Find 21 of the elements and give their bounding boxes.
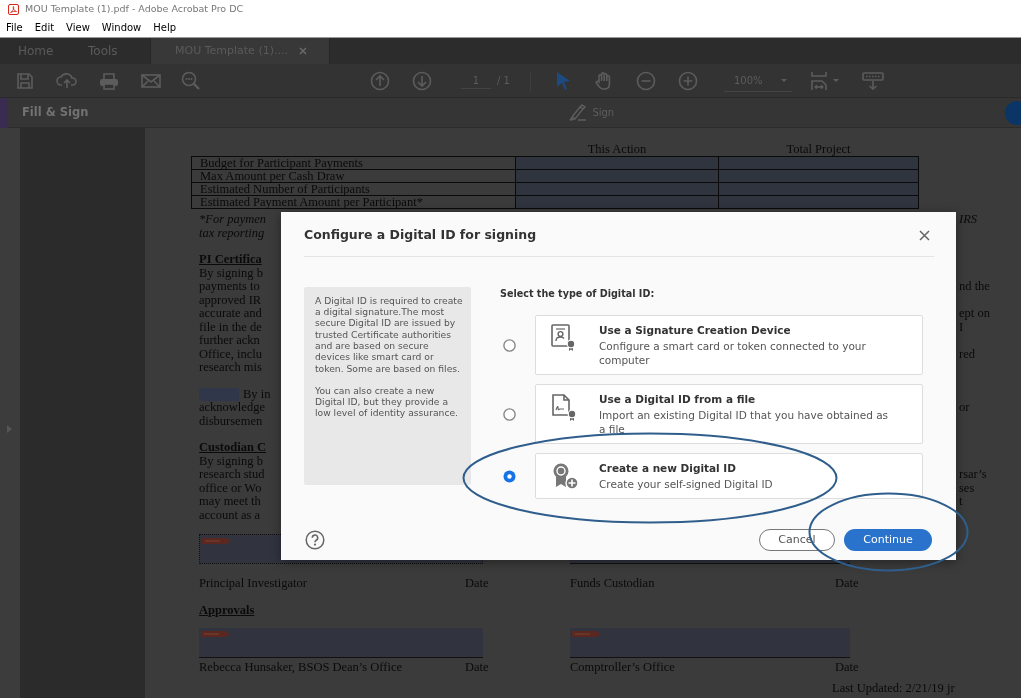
prompt-text: Select the type of Digital ID:: [500, 286, 656, 301]
option-title: Use a Signature Creation Device: [599, 323, 792, 338]
option-card[interactable]: Use a Digital ID from a file Import an existing Digital ID that you have obtained as a file: [535, 384, 923, 445]
option-title: Create a new Digital ID: [599, 461, 737, 476]
option-card[interactable]: Use a Signature Creation Device Configure a smart card or token connected to your computer: [535, 315, 923, 376]
option-card[interactable]: Create a new Digital ID Create your self-signed Digital ID: [535, 453, 923, 500]
option-description: Configure a smart card or token connected to your computer: [599, 339, 867, 368]
dialog-title: Configure a Digital ID for signing: [304, 226, 537, 244]
info-text: A Digital ID is required to create a digital signature.The most secure Digital ID are issued by trusted Certificate authorities and are based on secure devices like smart card or token. Some are based on files.: [315, 294, 464, 374]
option-description: Import an existing Digital ID that you have obtained as a file: [599, 408, 889, 437]
option-description: Create your self-signed Digital ID: [599, 477, 773, 492]
menu-item[interactable]: Edit: [34, 20, 55, 35]
info-text: You can also create a new Digital ID, but they provide a low level of identity assurance.: [315, 384, 459, 419]
option-title: Use a Digital ID from a file: [599, 392, 757, 407]
menu-item[interactable]: Help: [153, 20, 177, 35]
menu-item[interactable]: View: [66, 20, 90, 35]
menu-item[interactable]: Window: [101, 20, 142, 35]
panel-title: Fill & Sign: [22, 103, 89, 121]
continue-button[interactable]: Continue: [844, 529, 932, 552]
menu-item[interactable]: File: [6, 20, 23, 35]
window-title: MOU Template (1).pdf - Adobe Acrobat Pro DC: [25, 1, 244, 16]
